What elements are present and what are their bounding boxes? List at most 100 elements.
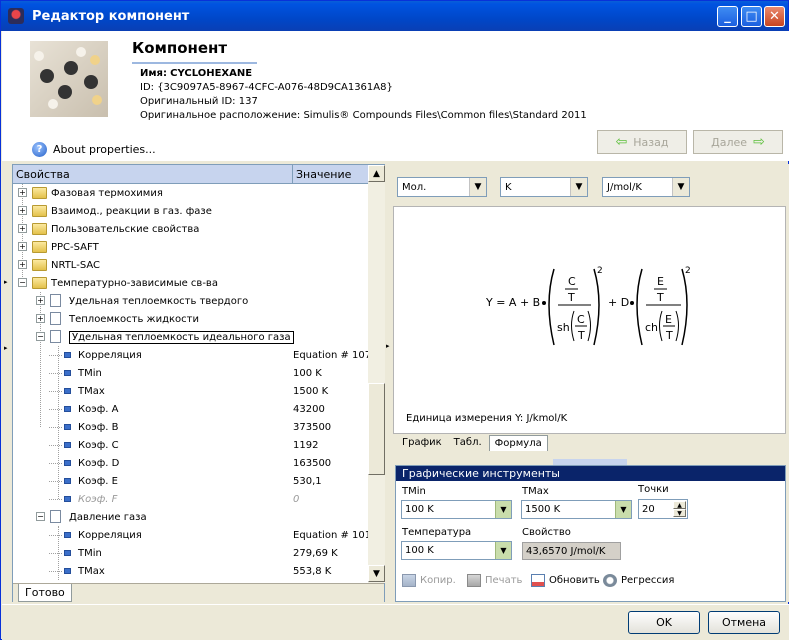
tree-prop-coef-f[interactable]: Коэф. F 0 — [13, 490, 368, 508]
tree-prop-tmax[interactable]: TMax 1500 K — [13, 382, 368, 400]
frac2-den-num: E — [665, 313, 672, 326]
left-edge-arrow-2: ▸ — [4, 344, 8, 352]
tree-prop-coef-d[interactable]: Коэф. D 163500 — [13, 454, 368, 472]
copy-label: Копир. — [420, 575, 456, 586]
expand-icon[interactable]: + — [18, 242, 27, 251]
tree-prop-coef-e[interactable]: Коэф. E 530,1 — [13, 472, 368, 490]
tree-prop-correlation[interactable]: Корреляция Equation # 107 — [13, 346, 368, 364]
tmin-select[interactable]: 100 K ▼ — [401, 500, 512, 519]
exponent-1: 2 — [597, 266, 603, 276]
maximize-button[interactable]: □ — [741, 6, 762, 27]
formula-view: Y = A + B C T sh C T 2 + D E T ch E T 2 … — [393, 206, 786, 434]
tree-item-vapor-pressure[interactable]: − Давление газа — [13, 508, 368, 526]
location-line: Оригинальное расположение: Simulis® Comp… — [140, 110, 587, 121]
collapse-icon[interactable]: − — [36, 512, 45, 521]
tree-folder-user-props[interactable]: + Пользовательские свойства — [13, 220, 368, 238]
chart-icon — [531, 574, 545, 587]
expand-icon[interactable]: + — [36, 296, 45, 305]
folder-icon — [32, 187, 47, 199]
temperature-value: 100 K — [405, 545, 434, 556]
tree-folder-ppc-saft[interactable]: + PPC-SAFT — [13, 238, 368, 256]
points-spinner[interactable]: 20 ▲ ▼ — [638, 499, 688, 519]
chevron-down-icon: ▼ — [495, 542, 511, 559]
tree-item-liquid-heat-capacity[interactable]: + Теплоемкость жидкости — [13, 310, 368, 328]
frac1-func: sh — [557, 321, 570, 334]
property-unit-select[interactable]: J/mol/K ▼ — [602, 177, 690, 197]
temperature-unit-select[interactable]: K ▼ — [500, 177, 588, 197]
tree-prop-coef-a[interactable]: Коэф. A 43200 — [13, 400, 368, 418]
right-panel: Мол.▼ K▼ J/mol/K▼ Y = A + B C T sh C — [393, 164, 789, 602]
expand-icon[interactable]: + — [18, 260, 27, 269]
copy-button[interactable]: Копир. — [402, 574, 456, 587]
basis-select[interactable]: Мол. ▼ — [397, 177, 487, 197]
tree-label: Взаимод., реакции в газ. фазе — [51, 205, 212, 217]
spin-up-icon[interactable]: ▲ — [673, 501, 686, 509]
plus-d: + D — [608, 296, 629, 309]
minimize-button[interactable]: _ — [717, 6, 738, 27]
tree-folder-temp-dependent[interactable]: − Температурно-зависимые св-ва — [13, 274, 368, 292]
collapse-icon[interactable]: − — [18, 278, 27, 287]
tree-value: 1192 — [293, 439, 319, 451]
frac2-numerator: E — [657, 275, 664, 288]
tmax-select[interactable]: 1500 K ▼ — [521, 500, 632, 519]
spin-down-icon[interactable]: ▼ — [673, 509, 686, 517]
close-button[interactable]: ✕ — [764, 6, 785, 27]
expand-icon[interactable]: + — [18, 224, 27, 233]
tab-graph[interactable]: График — [397, 435, 447, 451]
regression-button[interactable]: Регрессия — [603, 574, 674, 587]
tree-folder-phase-thermo[interactable]: + Фазовая термохимия — [13, 184, 368, 202]
tab-table[interactable]: Табл. — [449, 435, 487, 451]
chevron-down-icon: ▼ — [570, 178, 587, 196]
tree-label: Удельная теплоемкость твердого — [69, 295, 249, 307]
tab-formula[interactable]: Формула — [488, 435, 548, 451]
tree-value: 0 — [293, 493, 300, 505]
folder-icon — [32, 241, 47, 253]
scroll-down-button[interactable]: ▼ — [368, 565, 385, 582]
tree-scrollbar[interactable]: ▲ ▼ — [368, 165, 385, 583]
print-button[interactable]: Печать — [467, 574, 522, 587]
back-button[interactable]: ⇦ Назад — [597, 130, 687, 154]
scroll-thumb[interactable] — [368, 383, 385, 475]
tree-value: 279,69 K — [293, 547, 338, 559]
title-bar[interactable]: Редактор компонент _ □ ✕ — [1, 1, 788, 31]
panel-splitter[interactable]: ▸ — [385, 164, 393, 602]
correlation-formula: Y = A + B C T sh C T 2 + D E T ch E T 2 … — [406, 266, 691, 424]
cancel-button[interactable]: Отмена — [708, 611, 780, 634]
temperature-select[interactable]: 100 K ▼ — [401, 541, 512, 560]
tree-prop-tmin[interactable]: TMin 100 K — [13, 364, 368, 382]
frac1-T: T — [567, 291, 575, 304]
app-icon — [8, 8, 24, 24]
tree-item-solid-heat-capacity[interactable]: + Удельная теплоемкость твердого — [13, 292, 368, 310]
refresh-button[interactable]: Обновить — [531, 574, 600, 587]
column-header-property[interactable]: Свойства — [13, 165, 292, 184]
column-header-value[interactable]: Значение — [292, 165, 368, 184]
title-underline — [132, 62, 257, 64]
regression-label: Регрессия — [621, 575, 675, 586]
printer-icon — [467, 574, 481, 587]
expand-icon[interactable]: + — [36, 314, 45, 323]
ok-button[interactable]: OK — [628, 611, 700, 634]
folder-icon — [32, 277, 47, 289]
tree-folder-nrtl-sac[interactable]: + NRTL-SAC — [13, 256, 368, 274]
formula-lhs: Y = A + B — [485, 296, 540, 309]
tree-prop-coef-c[interactable]: Коэф. C 1192 — [13, 436, 368, 454]
view-tabs: График Табл. Формула — [397, 435, 550, 451]
tree-prop-tmax-2[interactable]: TMax 553,8 K — [13, 562, 368, 580]
expand-icon[interactable]: + — [18, 206, 27, 215]
about-label: About properties... — [53, 143, 156, 156]
property-bullet-icon — [64, 532, 71, 538]
next-button[interactable]: Далее ⇨ — [693, 130, 783, 154]
about-properties-link[interactable]: ? About properties... — [32, 142, 156, 157]
tree-prop-correlation-2[interactable]: Корреляция Equation # 101 — [13, 526, 368, 544]
chevron-down-icon: ▼ — [672, 178, 689, 196]
help-icon: ? — [32, 142, 47, 157]
expand-icon[interactable]: + — [18, 188, 27, 197]
scroll-up-button[interactable]: ▲ — [368, 165, 385, 182]
property-bullet-icon — [64, 550, 71, 556]
tree-prop-coef-b[interactable]: Коэф. B 373500 — [13, 418, 368, 436]
tree-prop-tmin-2[interactable]: TMin 279,69 K — [13, 544, 368, 562]
tree-value: 163500 — [293, 457, 332, 469]
tree-item-ideal-gas-heat-capacity[interactable]: − Удельная теплоемкость идеального газа — [13, 328, 368, 346]
collapse-icon[interactable]: − — [36, 332, 45, 341]
tree-folder-gas-reactions[interactable]: + Взаимод., реакции в газ. фазе — [13, 202, 368, 220]
